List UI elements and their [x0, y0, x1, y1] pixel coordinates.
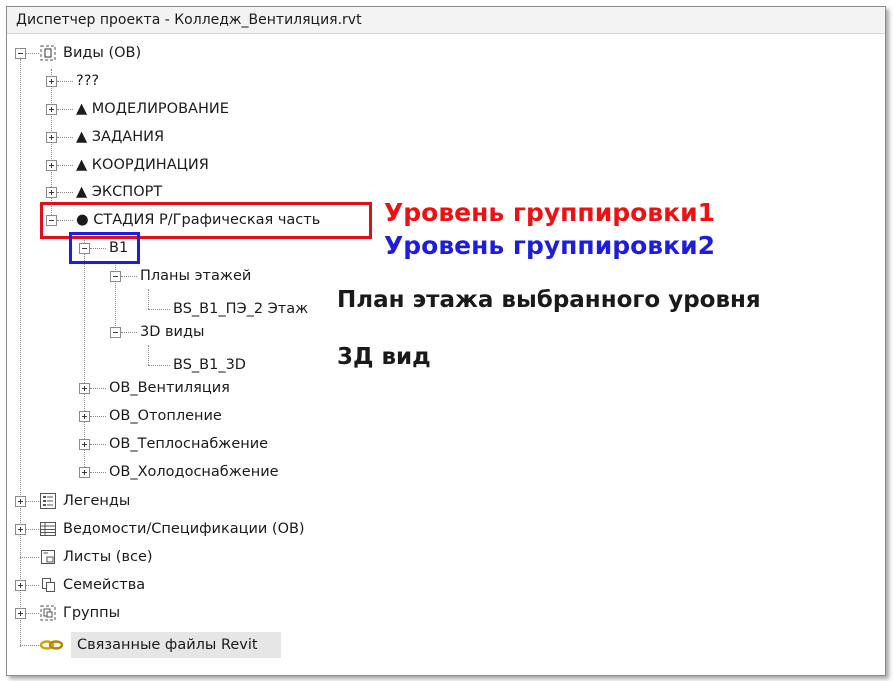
sheets-icon — [39, 548, 57, 566]
project-tree: Виды (ОВ) ??? ▲ МОДЕЛИРОВАНИЕ ▲ ЗАДАНИЯ … — [7, 7, 885, 675]
expand-toggle[interactable] — [79, 383, 90, 394]
tree-item-views[interactable]: Виды (ОВ) — [63, 43, 141, 63]
expand-toggle[interactable] — [15, 524, 26, 535]
expand-toggle[interactable] — [79, 411, 90, 422]
annotation-group-level-1: Уровень группировки1 — [384, 198, 715, 227]
views-collapse-toggle[interactable] — [15, 48, 26, 59]
groups-icon — [39, 604, 57, 622]
expand-toggle[interactable] — [46, 132, 57, 143]
families-icon — [39, 576, 57, 594]
legend-icon — [39, 492, 57, 510]
tree-item-3d-views[interactable]: 3D виды — [140, 322, 204, 342]
tree-item-unsorted[interactable]: ??? — [76, 71, 99, 91]
link-icon — [39, 636, 64, 654]
floor-plans-collapse-toggle[interactable] — [110, 271, 121, 282]
tree-item-cold-supply[interactable]: ОВ_Холодоснабжение — [109, 462, 279, 482]
tree-item-linked-files[interactable]: Связанные файлы Revit — [77, 635, 258, 655]
expand-toggle[interactable] — [46, 160, 57, 171]
tree-item-legends[interactable]: Легенды — [63, 491, 130, 511]
tree-item-groups[interactable]: Группы — [63, 603, 120, 623]
expand-toggle[interactable] — [15, 580, 26, 591]
tree-item-sheets[interactable]: Листы (все) — [63, 547, 153, 567]
expand-toggle[interactable] — [46, 76, 57, 87]
annotation-group-level-2: Уровень группировки2 — [384, 231, 715, 260]
schedule-icon — [39, 520, 57, 538]
tree-item-ventilation[interactable]: ОВ_Вентиляция — [109, 378, 230, 398]
tree-item-coordination[interactable]: ▲ КООРДИНАЦИЯ — [76, 155, 209, 175]
tree-item-heat-supply[interactable]: ОВ_Теплоснабжение — [109, 434, 268, 454]
annotation-3d-view: 3Д вид — [337, 344, 431, 370]
tree-item-floor-plans[interactable]: Планы этажей — [140, 266, 251, 286]
tree-item-heating[interactable]: ОВ_Отопление — [109, 406, 222, 426]
expand-toggle[interactable] — [15, 608, 26, 619]
views-icon — [39, 44, 57, 62]
expand-toggle[interactable] — [15, 496, 26, 507]
tree-item-tasks[interactable]: ▲ ЗАДАНИЯ — [76, 127, 164, 147]
project-browser-panel: Диспетчер проекта - Колледж_Вентиляция.r… — [6, 6, 886, 676]
tree-item-floor-plan-view[interactable]: BS_В1_ПЭ_2 Этаж — [173, 299, 308, 319]
expand-toggle[interactable] — [46, 104, 57, 115]
tree-item-export[interactable]: ▲ ЭКСПОРТ — [76, 182, 162, 202]
views-3d-collapse-toggle[interactable] — [110, 327, 121, 338]
expand-toggle[interactable] — [46, 187, 57, 198]
annotation-floor-plan: План этажа выбранного уровня — [337, 287, 761, 313]
tree-item-modeling[interactable]: ▲ МОДЕЛИРОВАНИЕ — [76, 99, 229, 119]
tree-item-schedules[interactable]: Ведомости/Спецификации (ОВ) — [63, 519, 305, 539]
group-level-2-highlight-box — [69, 232, 140, 264]
expand-toggle[interactable] — [79, 439, 90, 450]
tree-item-families[interactable]: Семейства — [63, 575, 145, 595]
tree-item-3d-view[interactable]: BS_В1_3D — [173, 355, 246, 375]
expand-toggle[interactable] — [79, 467, 90, 478]
